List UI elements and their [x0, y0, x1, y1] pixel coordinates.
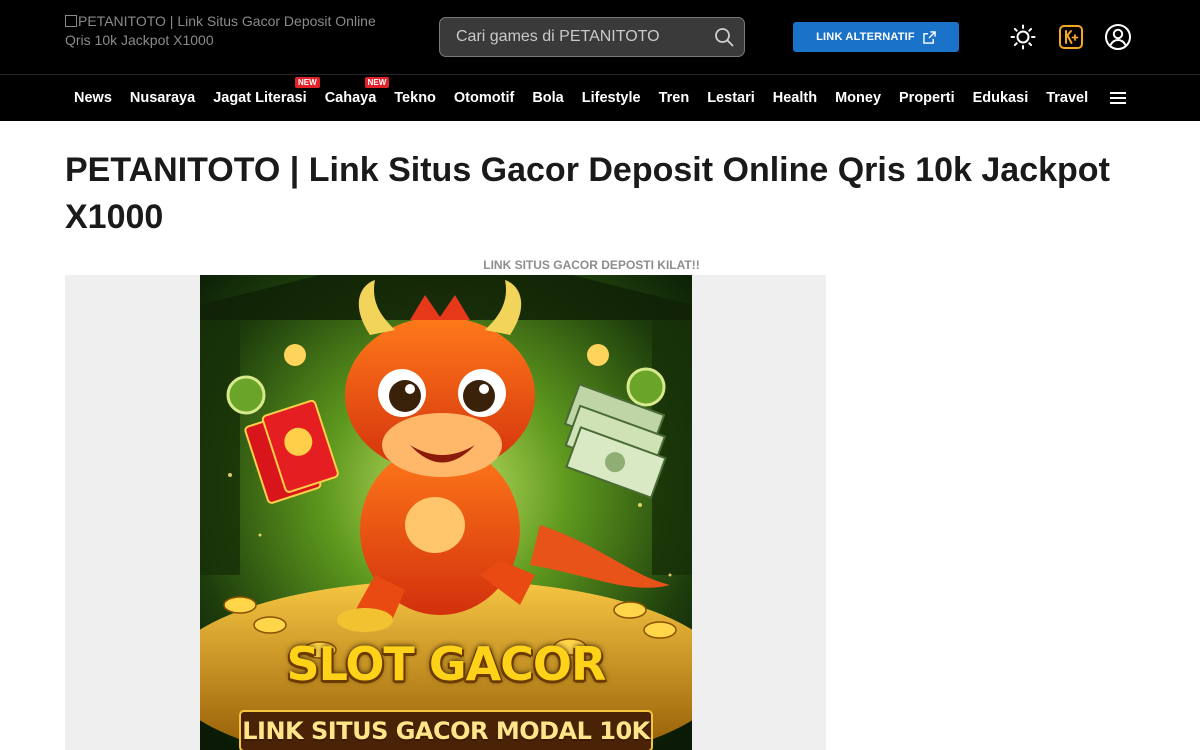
broken-image-icon [65, 15, 77, 27]
logo-alt-text: PETANITOTO | Link Situs Gacor Deposit On… [65, 13, 376, 48]
alternative-link-button[interactable]: LINK ALTERNATIF [793, 22, 959, 52]
nav-item-money[interactable]: Money [826, 90, 890, 106]
kplus-button[interactable] [1056, 22, 1086, 52]
nav-item-lifestyle[interactable]: Lifestyle [573, 90, 650, 106]
nav-item-news[interactable]: News [65, 90, 121, 106]
site-logo[interactable]: PETANITOTO | Link Situs Gacor Deposit On… [65, 12, 405, 50]
nav-item-label: Lestari [707, 90, 755, 106]
nav-item-label: Travel [1046, 90, 1089, 106]
new-badge: NEW [364, 77, 390, 88]
alternative-link-label: LINK ALTERNATIF [816, 31, 915, 43]
nav-item-travel[interactable]: Travel [1037, 90, 1097, 106]
search-icon[interactable] [714, 27, 734, 47]
nav-item-otomotif[interactable]: Otomotif [445, 90, 523, 106]
search-box [439, 17, 745, 57]
kplus-icon [1059, 25, 1083, 49]
nav-item-label: News [74, 90, 112, 106]
user-account-button[interactable] [1103, 22, 1133, 52]
nav-item-label: Bola [532, 90, 564, 106]
search-input[interactable] [440, 18, 710, 56]
main-navigation: News Nusaraya Jagat Literasi NEW Cahaya NEW Te… [0, 74, 1200, 121]
nav-item-label: Lifestyle [581, 90, 641, 106]
nav-item-tren[interactable]: Tren [650, 90, 699, 106]
nav-item-label: Nusaraya [129, 90, 196, 106]
nav-item-label: Cahaya [324, 90, 377, 106]
nav-item-label: Otomotif [453, 90, 515, 106]
banner-subline: LINK SITUS GACOR MODAL 10K [242, 717, 650, 745]
nav-list: News Nusaraya Jagat Literasi NEW Cahaya NEW Te… [65, 75, 1097, 121]
nav-item-label: Properti [899, 90, 955, 106]
nav-item-health[interactable]: Health [764, 90, 826, 106]
promo-banner-image[interactable]: SLOT GACOR LINK SITUS GACOR MODAL 10K [200, 275, 692, 750]
banner-caption: LINK SITUS GACOR DEPOSTI KILAT!! [483, 258, 700, 272]
page-title: PETANITOTO | Link Situs Gacor Deposit On… [65, 151, 1110, 236]
hamburger-icon[interactable] [1110, 92, 1126, 105]
nav-item-bola[interactable]: Bola [523, 90, 572, 106]
nav-item-label: Money [835, 90, 882, 106]
nav-item-label: Edukasi [972, 90, 1029, 106]
banner-headline: SLOT GACOR [286, 637, 607, 691]
nav-item-label: Health [772, 90, 818, 106]
sun-icon [1010, 24, 1036, 50]
theme-toggle-button[interactable] [1008, 22, 1038, 52]
nav-item-edukasi[interactable]: Edukasi [964, 90, 1038, 106]
nav-item-jagat-literasi[interactable]: Jagat Literasi NEW [204, 77, 320, 106]
new-badge: NEW [295, 77, 320, 88]
banner-frame: SLOT GACOR LINK SITUS GACOR MODAL 10K [65, 275, 826, 750]
nav-item-lestari[interactable]: Lestari [698, 90, 764, 106]
external-link-icon [923, 30, 936, 44]
nav-item-properti[interactable]: Properti [890, 90, 964, 106]
nav-item-cahaya[interactable]: Cahaya NEW [316, 77, 390, 106]
nav-item-label: Tren [658, 90, 690, 106]
top-header: PETANITOTO | Link Situs Gacor Deposit On… [0, 0, 1200, 74]
nav-item-tekno[interactable]: Tekno [385, 90, 445, 106]
user-icon [1105, 24, 1131, 50]
nav-item-label: Jagat Literasi [213, 90, 307, 106]
nav-item-label: Tekno [394, 90, 436, 106]
nav-item-nusaraya[interactable]: Nusaraya [121, 90, 204, 106]
